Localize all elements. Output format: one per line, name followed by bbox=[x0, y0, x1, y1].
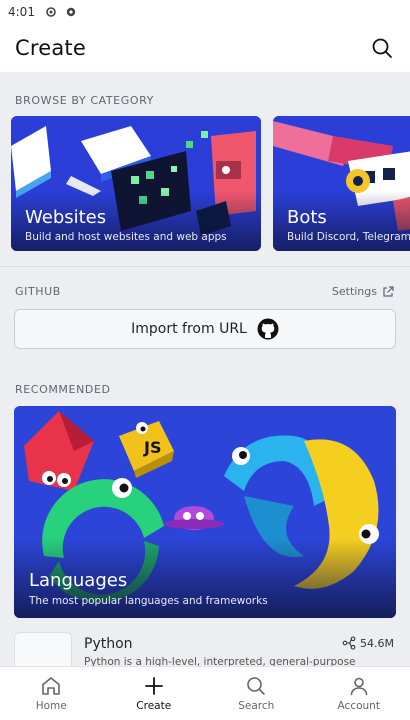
category-card-websites[interactable]: Websites Build and host websites and web… bbox=[11, 116, 261, 251]
template-description: Python is a high-level, interpreted, gen… bbox=[84, 656, 356, 666]
browse-section-label: BROWSE BY CATEGORY bbox=[15, 94, 154, 107]
section-divider bbox=[0, 266, 410, 267]
status-bar: 4:01 bbox=[0, 0, 410, 24]
svg-text:JS: JS bbox=[143, 438, 161, 457]
header-search-button[interactable] bbox=[369, 35, 395, 61]
github-icon bbox=[257, 318, 279, 340]
app-header: Create bbox=[0, 24, 410, 72]
gear-status-icon bbox=[66, 7, 76, 17]
template-name: Python bbox=[84, 636, 133, 652]
main-content[interactable]: BROWSE BY CATEGORY Websites Build and ho… bbox=[0, 72, 410, 666]
status-time: 4:01 bbox=[8, 5, 35, 19]
category-subtitle: Build Discord, Telegram, and Slack bots bbox=[287, 231, 410, 243]
category-card-bots[interactable]: Bots Build Discord, Telegram, and Slack … bbox=[273, 116, 410, 251]
nav-label: Home bbox=[35, 700, 67, 712]
search-icon bbox=[247, 677, 266, 695]
import-from-url-button[interactable]: Import from URL bbox=[14, 309, 396, 349]
languages-banner[interactable]: JS Languages The most popular languages … bbox=[14, 406, 396, 618]
nav-label: Search bbox=[238, 700, 275, 712]
banner-subtitle: The most popular languages and framework… bbox=[29, 595, 268, 607]
category-title: Websites bbox=[25, 207, 107, 228]
category-title: Bots bbox=[287, 207, 327, 228]
nav-search[interactable]: Search bbox=[205, 667, 308, 720]
recommended-section-label: RECOMMENDED bbox=[15, 383, 111, 396]
user-icon bbox=[350, 677, 368, 696]
fork-count-value: 54.6M bbox=[360, 636, 394, 650]
fork-icon bbox=[342, 636, 356, 650]
bottom-nav: Home Create Search Account bbox=[0, 666, 410, 720]
category-subtitle: Build and host websites and web apps bbox=[25, 231, 227, 243]
home-icon bbox=[42, 677, 61, 695]
import-button-label: Import from URL bbox=[131, 321, 247, 337]
plus-icon bbox=[144, 677, 163, 695]
github-section-label: GITHUB bbox=[15, 285, 61, 298]
template-list-item-python[interactable]: Python Python is a high-level, interpret… bbox=[14, 632, 396, 666]
search-icon bbox=[372, 38, 392, 58]
settings-status-icon bbox=[46, 7, 56, 17]
nav-label: Account bbox=[337, 700, 380, 712]
python-thumbnail bbox=[14, 632, 72, 666]
nav-account[interactable]: Account bbox=[308, 667, 410, 720]
nav-create[interactable]: Create bbox=[103, 667, 206, 720]
github-settings-link[interactable]: Settings bbox=[332, 285, 394, 298]
fork-count: 54.6M bbox=[342, 636, 394, 650]
page-title: Create bbox=[15, 36, 86, 60]
nav-label: Create bbox=[136, 700, 172, 712]
settings-link-label: Settings bbox=[331, 285, 377, 298]
banner-title: Languages bbox=[29, 570, 128, 591]
nav-home[interactable]: Home bbox=[0, 667, 103, 720]
external-link-icon bbox=[383, 285, 394, 297]
